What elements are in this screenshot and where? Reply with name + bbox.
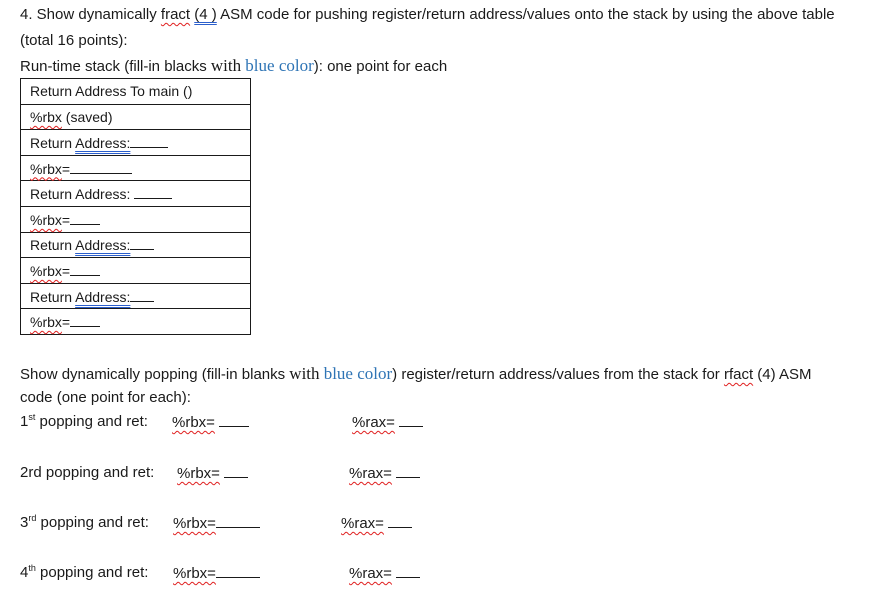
popping-label: popping and ret:	[35, 413, 148, 430]
fill-blank[interactable]	[70, 159, 133, 174]
with-word: with	[210, 56, 242, 75]
fill-blank[interactable]	[70, 210, 101, 225]
question-line-1: 4. Show dynamically fract (4 ) ASM code …	[20, 5, 835, 25]
return-word: Return	[30, 237, 76, 254]
fill-blank[interactable]	[219, 412, 250, 427]
equals: =	[61, 160, 71, 177]
popping-row-label: 1st popping and ret:	[20, 412, 148, 432]
stack-row: Return Address:	[20, 231, 251, 259]
equals: =	[61, 211, 71, 228]
rax-field[interactable]: %rax=	[349, 563, 421, 584]
address-word: Address:	[75, 134, 131, 151]
rax-field[interactable]: %rax=	[352, 412, 424, 433]
fill-blank[interactable]	[70, 312, 101, 328]
blue-color-text: blue color	[245, 56, 314, 75]
fill-blank[interactable]	[396, 463, 421, 478]
ordinal: 2rd	[20, 464, 42, 481]
stack-cell-rbx[interactable]: %rbx=	[20, 257, 251, 284]
popping-row-label: 3rd popping and ret:	[20, 513, 149, 533]
stack-cell-return-address[interactable]: Return Address:	[20, 282, 251, 310]
stack-cell-rbx[interactable]: %rbx=	[20, 205, 251, 233]
fill-blank[interactable]	[224, 463, 249, 478]
stack-row: %rbx (saved)	[20, 103, 251, 131]
rbx-field[interactable]: %rbx=	[173, 563, 260, 584]
return-address-label: Return Address:	[30, 186, 131, 203]
register-rbx: %rbx	[30, 108, 62, 125]
return-word: Return	[30, 288, 76, 305]
popping-row-label: 2rd popping and ret:	[20, 463, 154, 483]
spellcheck-word-fract: fract	[160, 6, 191, 23]
popping-row-label: 4th popping and ret:	[20, 563, 148, 583]
stack-cell-return-address[interactable]: Return Address:	[20, 129, 251, 156]
blue-color-text: blue color	[323, 364, 393, 383]
rbx-field[interactable]: %rbx=	[177, 463, 249, 484]
register-rbx: %rbx	[30, 160, 62, 177]
fill-blank[interactable]	[215, 563, 260, 578]
stack-cell-rbx[interactable]: %rbx=	[20, 154, 251, 182]
return-word: Return	[30, 134, 76, 151]
stack-cell-rbx[interactable]: %rbx=	[20, 308, 251, 335]
rbx-field[interactable]: %rbx=	[172, 412, 250, 433]
fill-blank[interactable]	[130, 287, 155, 302]
popping-intro-line-1: Show dynamically popping (fill-in blanks…	[20, 364, 812, 385]
address-word: Address:	[75, 288, 131, 305]
equals: =	[61, 314, 71, 331]
fill-blank[interactable]	[215, 513, 260, 528]
register-rbx: %rbx=	[172, 414, 215, 431]
fill-blank[interactable]	[130, 235, 155, 251]
stack-row: Return Address:	[20, 282, 251, 310]
stack-cell-rbx-saved: %rbx (saved)	[20, 103, 251, 131]
register-rbx: %rbx	[30, 211, 62, 228]
register-rbx: %rbx=	[173, 515, 216, 532]
register-rbx: %rbx=	[173, 565, 216, 582]
register-rbx: %rbx	[30, 314, 62, 331]
stack-cell-return-main: Return Address To main ()	[20, 78, 251, 105]
question-line-2: (total 16 points):	[20, 32, 128, 49]
register-rax: %rax=	[352, 414, 395, 431]
instruction-suffix: ): one point for each	[313, 58, 448, 75]
popping-intro-text: Show dynamically popping (fill-in blanks	[20, 366, 290, 383]
stack-row: %rbx=	[20, 154, 251, 182]
runtime-stack-table: Return Address To main () %rbx (saved) R…	[20, 78, 251, 335]
rax-field[interactable]: %rax=	[341, 513, 413, 534]
ordinal-suffix: th	[28, 563, 36, 573]
fill-blank[interactable]	[396, 563, 421, 578]
with-word: with	[289, 364, 320, 383]
fill-blank[interactable]	[130, 133, 169, 148]
fill-blank[interactable]	[70, 261, 101, 276]
stack-row: Return Address To main ()	[20, 78, 251, 105]
saved-label: (saved)	[61, 108, 113, 125]
register-rax: %rax=	[349, 465, 392, 482]
popping-intro-mid: ) register/return address/values from th…	[392, 366, 724, 383]
register-rbx: %rbx=	[177, 465, 220, 482]
popping-intro-line-2: code (one point for each):	[20, 389, 191, 406]
stack-row: %rbx=	[20, 308, 251, 335]
fill-blank[interactable]	[399, 412, 424, 427]
rax-field[interactable]: %rax=	[349, 463, 421, 484]
equals: =	[61, 262, 71, 279]
stack-row: Return Address:	[20, 180, 251, 207]
stack-cell-return-address[interactable]: Return Address:	[20, 231, 251, 259]
question-line-3: Run-time stack (fill-in blacks with blue…	[20, 56, 447, 77]
popping-label: popping and ret:	[36, 514, 149, 531]
question-text-suffix: ASM code for pushing register/return add…	[216, 6, 835, 23]
fill-blank[interactable]	[388, 513, 413, 528]
fill-blank[interactable]	[134, 184, 173, 200]
popping-intro-suffix: (4) ASM	[753, 366, 812, 383]
question-text: 4. Show dynamically	[20, 6, 161, 23]
address-word: Address:	[75, 237, 131, 254]
register-rbx: %rbx	[30, 262, 62, 279]
instruction-text: Run-time stack (fill-in blacks	[20, 58, 211, 75]
register-rax: %rax=	[341, 515, 384, 532]
stack-row: %rbx=	[20, 205, 251, 233]
spellcheck-word-rfact: rfact	[723, 366, 754, 383]
stack-cell-return-address[interactable]: Return Address:	[20, 180, 251, 207]
popping-label: popping and ret:	[35, 564, 149, 581]
popping-label: popping and ret:	[41, 464, 155, 481]
stack-row: Return Address:	[20, 129, 251, 156]
register-rax: %rax=	[349, 565, 392, 582]
rbx-field[interactable]: %rbx=	[173, 513, 260, 534]
grammar-mark-arg: (4 )	[194, 6, 217, 23]
stack-row: %rbx=	[20, 257, 251, 284]
